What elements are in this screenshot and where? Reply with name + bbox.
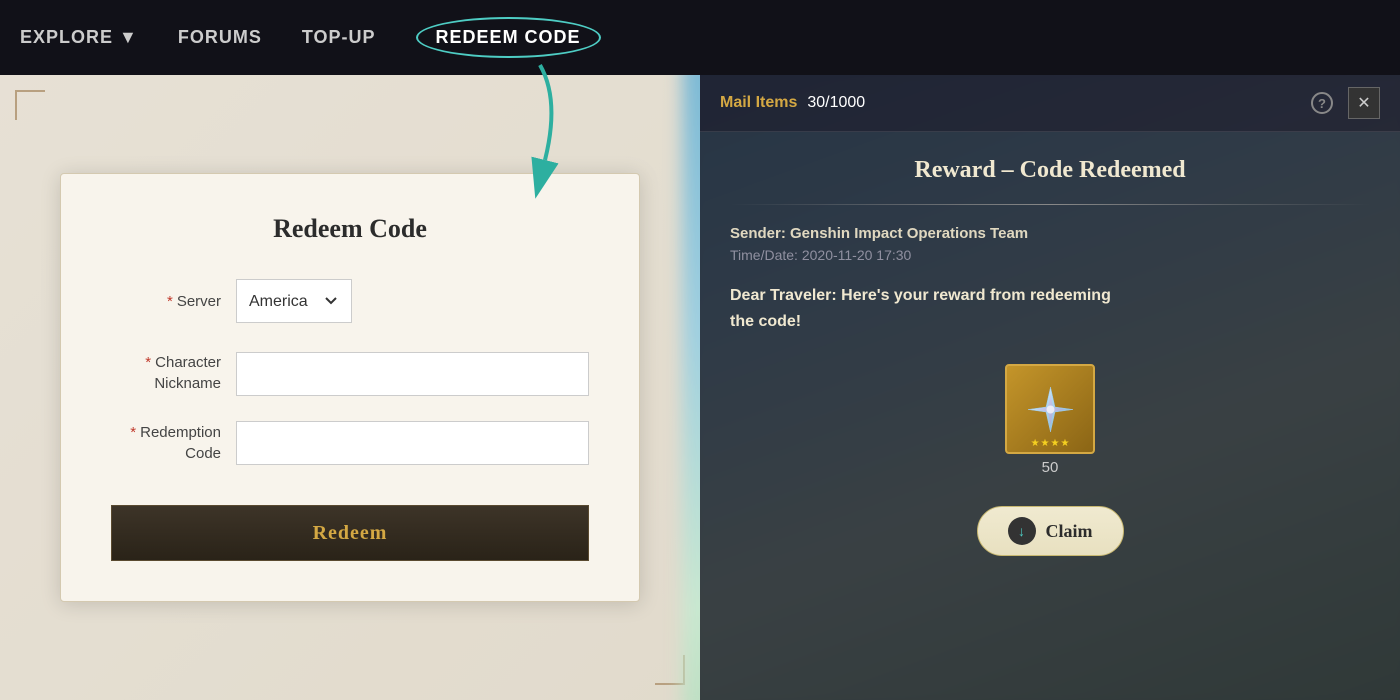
redeem-form-panel: Redeem Code *Server America Europe Asia … xyxy=(0,75,700,700)
required-star-nickname: * xyxy=(145,354,151,371)
reward-stars: ★ ★ ★ ★ xyxy=(1031,438,1070,449)
server-select-wrapper: America Europe Asia TW, HK, MO xyxy=(236,279,589,323)
mail-header-right: ? ✕ xyxy=(1311,87,1380,119)
navbar: EXPLORE ▼ FORUMS TOP-UP REDEEM CODE xyxy=(0,0,1400,75)
mail-divider xyxy=(730,204,1370,205)
nickname-row: *CharacterNickname xyxy=(111,348,589,396)
mail-sender: Sender: Genshin Impact Operations Team xyxy=(730,225,1370,242)
code-label: *RedemptionCode xyxy=(111,422,221,464)
gem-svg-icon xyxy=(1023,382,1078,437)
nav-redeem-code[interactable]: REDEEM CODE xyxy=(416,17,601,58)
mail-body: Dear Traveler: Here's your reward from r… xyxy=(730,283,1370,334)
mail-title: Reward – Code Redeemed xyxy=(730,157,1370,184)
nickname-input[interactable] xyxy=(236,352,589,396)
code-row: *RedemptionCode GOLNXLAKC58 xyxy=(111,421,589,465)
mail-items-label: Mail Items xyxy=(720,94,797,112)
mail-close-button[interactable]: ✕ xyxy=(1348,87,1380,119)
nickname-label: *CharacterNickname xyxy=(111,352,221,394)
mail-count: 30/1000 xyxy=(807,94,865,112)
form-title: Redeem Code xyxy=(111,214,589,244)
claim-button[interactable]: ↓ Claim xyxy=(977,506,1124,556)
mail-header: Mail Items 30/1000 ? ✕ xyxy=(700,75,1400,132)
help-icon[interactable]: ? xyxy=(1311,92,1333,114)
corner-decoration-tl xyxy=(15,90,45,120)
explore-label: EXPLORE xyxy=(20,27,113,48)
nav-forums[interactable]: FORUMS xyxy=(178,27,262,48)
required-star-code: * xyxy=(130,424,136,441)
mail-panel: Mail Items 30/1000 ? ✕ Reward – Code Red… xyxy=(700,75,1400,700)
server-label: *Server xyxy=(111,291,221,312)
reward-area: ★ ★ ★ ★ 50 ↓ Claim xyxy=(730,364,1370,675)
redemption-code-input[interactable]: GOLNXLAKC58 xyxy=(236,421,589,465)
corner-decoration-br xyxy=(655,655,685,685)
mail-reward-panel: Mail Items 30/1000 ? ✕ Reward – Code Red… xyxy=(700,75,1400,700)
nav-explore[interactable]: EXPLORE ▼ xyxy=(20,27,138,48)
claim-icon: ↓ xyxy=(1008,517,1036,545)
redeem-form-container: Redeem Code *Server America Europe Asia … xyxy=(60,173,640,602)
server-select[interactable]: America Europe Asia TW, HK, MO xyxy=(236,279,352,323)
explore-chevron-icon: ▼ xyxy=(119,27,138,48)
nav-topup[interactable]: TOP-UP xyxy=(302,27,376,48)
reward-item-icon: ★ ★ ★ ★ xyxy=(1005,364,1095,454)
reward-count: 50 xyxy=(1042,459,1059,476)
claim-label: Claim xyxy=(1046,521,1093,542)
server-row: *Server America Europe Asia TW, HK, MO xyxy=(111,279,589,323)
redeem-button[interactable]: Redeem xyxy=(111,505,589,561)
required-star-server: * xyxy=(167,293,173,310)
mail-time: Time/Date: 2020-11-20 17:30 xyxy=(730,247,1370,263)
mail-content: Reward – Code Redeemed Sender: Genshin I… xyxy=(700,132,1400,700)
main-content: Redeem Code *Server America Europe Asia … xyxy=(0,75,1400,700)
